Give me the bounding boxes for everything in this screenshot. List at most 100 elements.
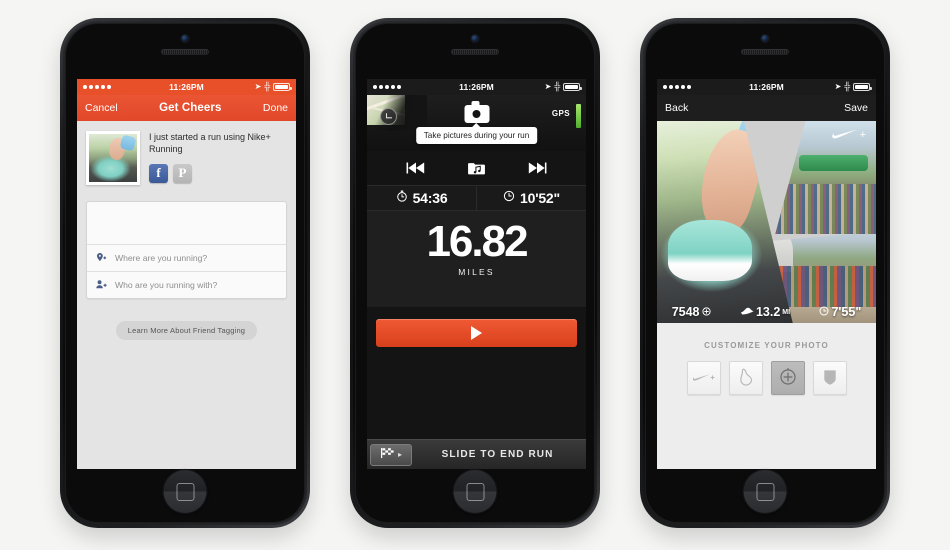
slider-knob[interactable]: ▸ xyxy=(370,443,412,466)
nike-swoosh-icon xyxy=(831,128,858,143)
plus-icon: + xyxy=(859,129,866,141)
target-plus-icon xyxy=(779,368,797,388)
photo-customize-content: + 7548 13.2 MI 7'55" CUSTOMIZE YOUR PHOT… xyxy=(657,121,876,469)
slide-to-end-run-slider[interactable]: ▸ SLIDE TO END RUN xyxy=(367,439,586,469)
distance-value: 13.2 xyxy=(755,305,781,319)
front-camera-icon xyxy=(181,35,189,42)
status-time: 11:26PM xyxy=(749,82,784,92)
person-add-icon xyxy=(95,279,108,292)
navigation-bar: Back Save xyxy=(657,95,876,121)
phone-1-get-cheers: 11:26PM ➤ ╬ Cancel Get Cheers Done I jus… xyxy=(60,18,310,528)
fuel-points-icon xyxy=(701,303,711,321)
tying-running-shoe-photo xyxy=(657,121,793,323)
gps-label: GPS xyxy=(551,109,570,118)
pace-value: 10'52" xyxy=(520,190,560,206)
pace-stat: 10'52" xyxy=(476,186,586,210)
note-input[interactable] xyxy=(87,202,286,244)
share-preview: I just started a run using Nike+ Running… xyxy=(77,121,296,185)
pace-clock-icon xyxy=(819,303,829,321)
nike-plus-sticker-tile[interactable] xyxy=(686,361,721,395)
nike-swoosh-plus-icon xyxy=(692,371,715,385)
stopwatch-icon xyxy=(396,189,408,207)
stats-sticker-tile[interactable] xyxy=(770,361,805,395)
learn-more-friend-tagging-button[interactable]: Learn More About Friend Tagging xyxy=(115,321,258,340)
media-controls xyxy=(367,151,586,185)
shoe-sticker-tile[interactable] xyxy=(728,361,763,395)
pace-stat: 7'55" xyxy=(819,303,861,321)
pause-resume-button[interactable] xyxy=(376,319,577,347)
battery-icon xyxy=(273,83,292,91)
shield-badge-icon xyxy=(823,369,837,388)
navigation-bar: Cancel Get Cheers Done xyxy=(77,95,296,121)
distance-stat: 13.2 MI xyxy=(740,303,790,321)
play-icon xyxy=(471,326,482,340)
get-cheers-content: I just started a run using Nike+ Running… xyxy=(77,121,296,469)
camera-icon[interactable] xyxy=(464,101,489,123)
slider-arrow-icon: ▸ xyxy=(397,450,402,459)
social-share-row: f P xyxy=(149,163,287,183)
friends-row[interactable]: Who are you running with? xyxy=(87,271,286,298)
next-track-button[interactable] xyxy=(527,161,547,175)
checkered-flag-icon xyxy=(380,446,395,464)
home-button[interactable] xyxy=(742,469,788,514)
run-tracker-content: GPS Take pictures during your run 54:36 … xyxy=(367,95,586,469)
earpiece-speaker xyxy=(451,49,499,55)
gps-signal-bar xyxy=(576,104,581,128)
done-button[interactable]: Done xyxy=(263,102,288,114)
music-library-button[interactable] xyxy=(467,161,486,176)
tagging-form: Where are you running? Who are you runni… xyxy=(86,201,287,299)
distance-value: 16.82 xyxy=(426,217,528,266)
fuel-value: 7548 xyxy=(671,305,700,319)
run-stats-row: 54:36 10'52" xyxy=(367,185,586,211)
phone-3-photo-customize: 11:26PM ➤ ╬ Back Save + 7548 13.2 MI 7'5… xyxy=(640,18,890,528)
phone-1-screen: 11:26PM ➤ ╬ Cancel Get Cheers Done I jus… xyxy=(77,79,296,469)
photo-stats-overlay: 7548 13.2 MI 7'55" xyxy=(657,301,876,323)
battery-icon xyxy=(563,83,582,91)
share-message: I just started a run using Nike+ Running xyxy=(149,132,271,154)
location-row[interactable]: Where are you running? xyxy=(87,244,286,271)
earpiece-speaker xyxy=(161,49,209,55)
distance-shoe-icon xyxy=(740,303,754,321)
duration-stat: 54:36 xyxy=(367,186,476,210)
duration-value: 54:36 xyxy=(412,190,448,206)
screenshot-stage: 11:26PM ➤ ╬ Cancel Get Cheers Done I jus… xyxy=(0,0,950,550)
front-camera-icon xyxy=(471,35,479,42)
distance-unit: MILES xyxy=(458,267,495,278)
home-button[interactable] xyxy=(452,469,498,514)
save-button[interactable]: Save xyxy=(844,102,868,114)
status-bar: 11:26PM ➤ ╬ xyxy=(77,79,296,95)
route-map-icon[interactable] xyxy=(380,108,397,125)
customize-section-title: CUSTOMIZE YOUR PHOTO xyxy=(704,341,829,350)
status-bar: 11:26PM ➤ ╬ xyxy=(367,79,586,95)
path-share-button[interactable]: P xyxy=(173,163,192,183)
facebook-share-button[interactable]: f xyxy=(149,163,168,183)
distance-unit: MI xyxy=(782,308,791,316)
status-time: 11:26PM xyxy=(459,82,494,92)
photo-collage[interactable]: + 7548 13.2 MI 7'55" xyxy=(657,121,876,323)
sticker-tiles xyxy=(657,361,876,395)
previous-track-button[interactable] xyxy=(406,161,426,175)
phone-3-screen: 11:26PM ➤ ╬ Back Save + 7548 13.2 MI 7'5… xyxy=(657,79,876,469)
battery-icon xyxy=(853,83,872,91)
shoe-outline-icon xyxy=(738,368,754,388)
phone-2-screen: 11:26PM ➤ ╬ GPS Take pictures during you… xyxy=(367,79,586,469)
pace-value: 7'55" xyxy=(831,305,862,319)
earpiece-speaker xyxy=(741,49,789,55)
phone-2-body: 11:26PM ➤ ╬ GPS Take pictures during you… xyxy=(353,21,597,525)
page-title: Get Cheers xyxy=(159,102,222,114)
location-placeholder: Where are you running? xyxy=(115,253,208,263)
back-button[interactable]: Back xyxy=(665,102,688,114)
phone-3-body: 11:26PM ➤ ╬ Back Save + 7548 13.2 MI 7'5… xyxy=(643,21,887,525)
badge-sticker-tile[interactable] xyxy=(812,361,847,395)
status-time: 11:26PM xyxy=(169,82,204,92)
nike-plus-watermark: + xyxy=(831,128,866,143)
fuel-stat: 7548 xyxy=(672,303,711,321)
phone-2-run-tracker: 11:26PM ➤ ╬ GPS Take pictures during you… xyxy=(350,18,600,528)
run-photo-thumbnail[interactable] xyxy=(86,131,140,185)
clock-pace-icon xyxy=(503,189,515,207)
cancel-button[interactable]: Cancel xyxy=(85,102,118,114)
home-button[interactable] xyxy=(162,469,208,514)
status-bar: 11:26PM ➤ ╬ xyxy=(657,79,876,95)
location-pin-add-icon xyxy=(95,252,108,265)
slide-to-end-run-label: SLIDE TO END RUN xyxy=(441,449,554,460)
